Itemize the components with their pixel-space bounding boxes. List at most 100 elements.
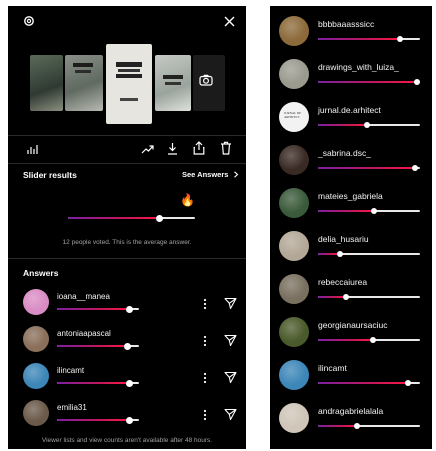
more-vertical-icon[interactable] <box>203 408 207 422</box>
vote-slider-knob <box>337 251 343 257</box>
divider <box>8 163 246 164</box>
see-answers-label: See Answers <box>182 170 229 179</box>
more-vertical-icon[interactable] <box>203 334 207 348</box>
story-thumbnail[interactable] <box>65 55 103 111</box>
vote-slider-fill <box>57 345 127 347</box>
voter-row: bbbbaaasssicc <box>270 13 432 53</box>
voter-row: rebeccaiurea <box>270 271 432 311</box>
vote-slider-fill <box>318 425 357 427</box>
divider <box>8 258 246 259</box>
avatar[interactable] <box>279 188 309 218</box>
vote-slider-knob <box>364 122 370 128</box>
voter-username[interactable]: andragabrielalala <box>318 406 383 416</box>
send-icon[interactable] <box>224 408 237 421</box>
answer-username[interactable]: antoniaapascal <box>57 329 111 338</box>
more-vertical-icon[interactable] <box>203 297 207 311</box>
vote-slider <box>318 36 420 42</box>
average-slider <box>68 214 195 222</box>
voter-username[interactable]: ilincamt <box>318 363 347 373</box>
answer-username[interactable]: ioana__manea <box>57 292 110 301</box>
voter-username[interactable]: delia_husariu <box>318 234 369 244</box>
see-answers-link[interactable]: See Answers <box>182 170 239 179</box>
average-slider-knob <box>155 214 163 222</box>
voter-row: delia_husariu <box>270 228 432 268</box>
vote-slider-knob <box>125 305 133 313</box>
close-icon[interactable] <box>224 16 235 27</box>
camera-icon[interactable] <box>199 74 213 86</box>
vote-slider-fill <box>318 81 417 83</box>
vote-slider <box>318 165 420 171</box>
story-thumbnail-selected[interactable] <box>106 44 152 124</box>
vote-slider <box>318 380 420 386</box>
story-thumbnail[interactable] <box>155 55 191 111</box>
vote-slider <box>57 379 139 387</box>
avatar[interactable] <box>279 274 309 304</box>
vote-slider-knob <box>370 337 376 343</box>
vote-slider-knob <box>397 36 403 42</box>
voter-username[interactable]: _sabrina.dsc_ <box>318 148 371 158</box>
vote-slider-fill <box>318 167 415 169</box>
vote-slider-fill <box>318 124 367 126</box>
divider <box>8 135 246 136</box>
story-strip <box>30 44 225 124</box>
answer-row: emilia31 <box>8 398 246 432</box>
voter-row: mateies_gabriela <box>270 185 432 225</box>
voter-username[interactable]: rebeccaiurea <box>318 277 367 287</box>
voter-username[interactable]: georgianaursaciuc <box>318 320 387 330</box>
vote-slider <box>318 423 420 429</box>
avatar[interactable] <box>23 289 49 315</box>
bar-chart-icon[interactable] <box>26 143 38 155</box>
avatar[interactable] <box>279 59 309 89</box>
avatar[interactable] <box>23 400 49 426</box>
vote-slider <box>57 305 139 313</box>
vote-slider <box>318 79 420 85</box>
avatar[interactable] <box>279 231 309 261</box>
vote-slider <box>318 251 420 257</box>
vote-slider-knob <box>405 380 411 386</box>
answer-username[interactable]: ilincamt <box>57 366 84 375</box>
voter-username[interactable]: jurnal.de.arhitect <box>318 105 381 115</box>
vote-slider <box>318 294 420 300</box>
voter-row: drawings_with_luiza_ <box>270 56 432 96</box>
voter-username[interactable]: bbbbaaasssicc <box>318 19 374 29</box>
vote-slider-knob <box>414 79 420 85</box>
answer-row: ilincamt <box>8 361 246 395</box>
average-emoji: 🔥 <box>180 193 195 207</box>
voter-username[interactable]: mateies_gabriela <box>318 191 383 201</box>
send-icon[interactable] <box>224 334 237 347</box>
vote-slider-knob <box>371 208 377 214</box>
avatar[interactable] <box>279 145 309 175</box>
share-icon[interactable] <box>193 141 205 155</box>
vote-slider-knob <box>125 379 133 387</box>
avatar[interactable] <box>279 16 309 46</box>
vote-slider <box>57 342 139 350</box>
vote-slider-fill <box>57 419 129 421</box>
more-vertical-icon[interactable] <box>203 371 207 385</box>
avatar[interactable] <box>279 360 309 390</box>
vote-slider-knob <box>123 342 131 350</box>
settings-icon[interactable] <box>23 15 35 27</box>
vote-slider-knob <box>343 294 349 300</box>
vote-slider-knob <box>354 423 360 429</box>
avatar[interactable] <box>279 317 309 347</box>
voter-username[interactable]: drawings_with_luiza_ <box>318 62 399 72</box>
slider-results-label: Slider results <box>23 170 77 180</box>
download-icon[interactable] <box>167 142 178 155</box>
send-icon[interactable] <box>224 297 237 310</box>
avatar[interactable] <box>279 403 309 433</box>
story-thumbnail[interactable] <box>30 55 63 111</box>
avatar-text: JURNAL DE ARHITECT <box>284 111 302 119</box>
trash-icon[interactable] <box>220 141 232 155</box>
answer-username[interactable]: emilia31 <box>57 403 87 412</box>
vote-slider-knob <box>412 165 418 171</box>
send-icon[interactable] <box>224 371 237 384</box>
vote-slider-fill <box>318 339 373 341</box>
trending-icon[interactable] <box>141 144 154 154</box>
vote-slider-fill <box>318 296 346 298</box>
vote-slider-fill <box>57 382 129 384</box>
avatar[interactable] <box>23 363 49 389</box>
vote-slider-fill <box>57 308 129 310</box>
avatar[interactable]: JURNAL DE ARHITECT <box>279 102 309 132</box>
avatar[interactable] <box>23 326 49 352</box>
left-panel: Slider results See Answers 🔥 12 people v… <box>8 6 246 449</box>
